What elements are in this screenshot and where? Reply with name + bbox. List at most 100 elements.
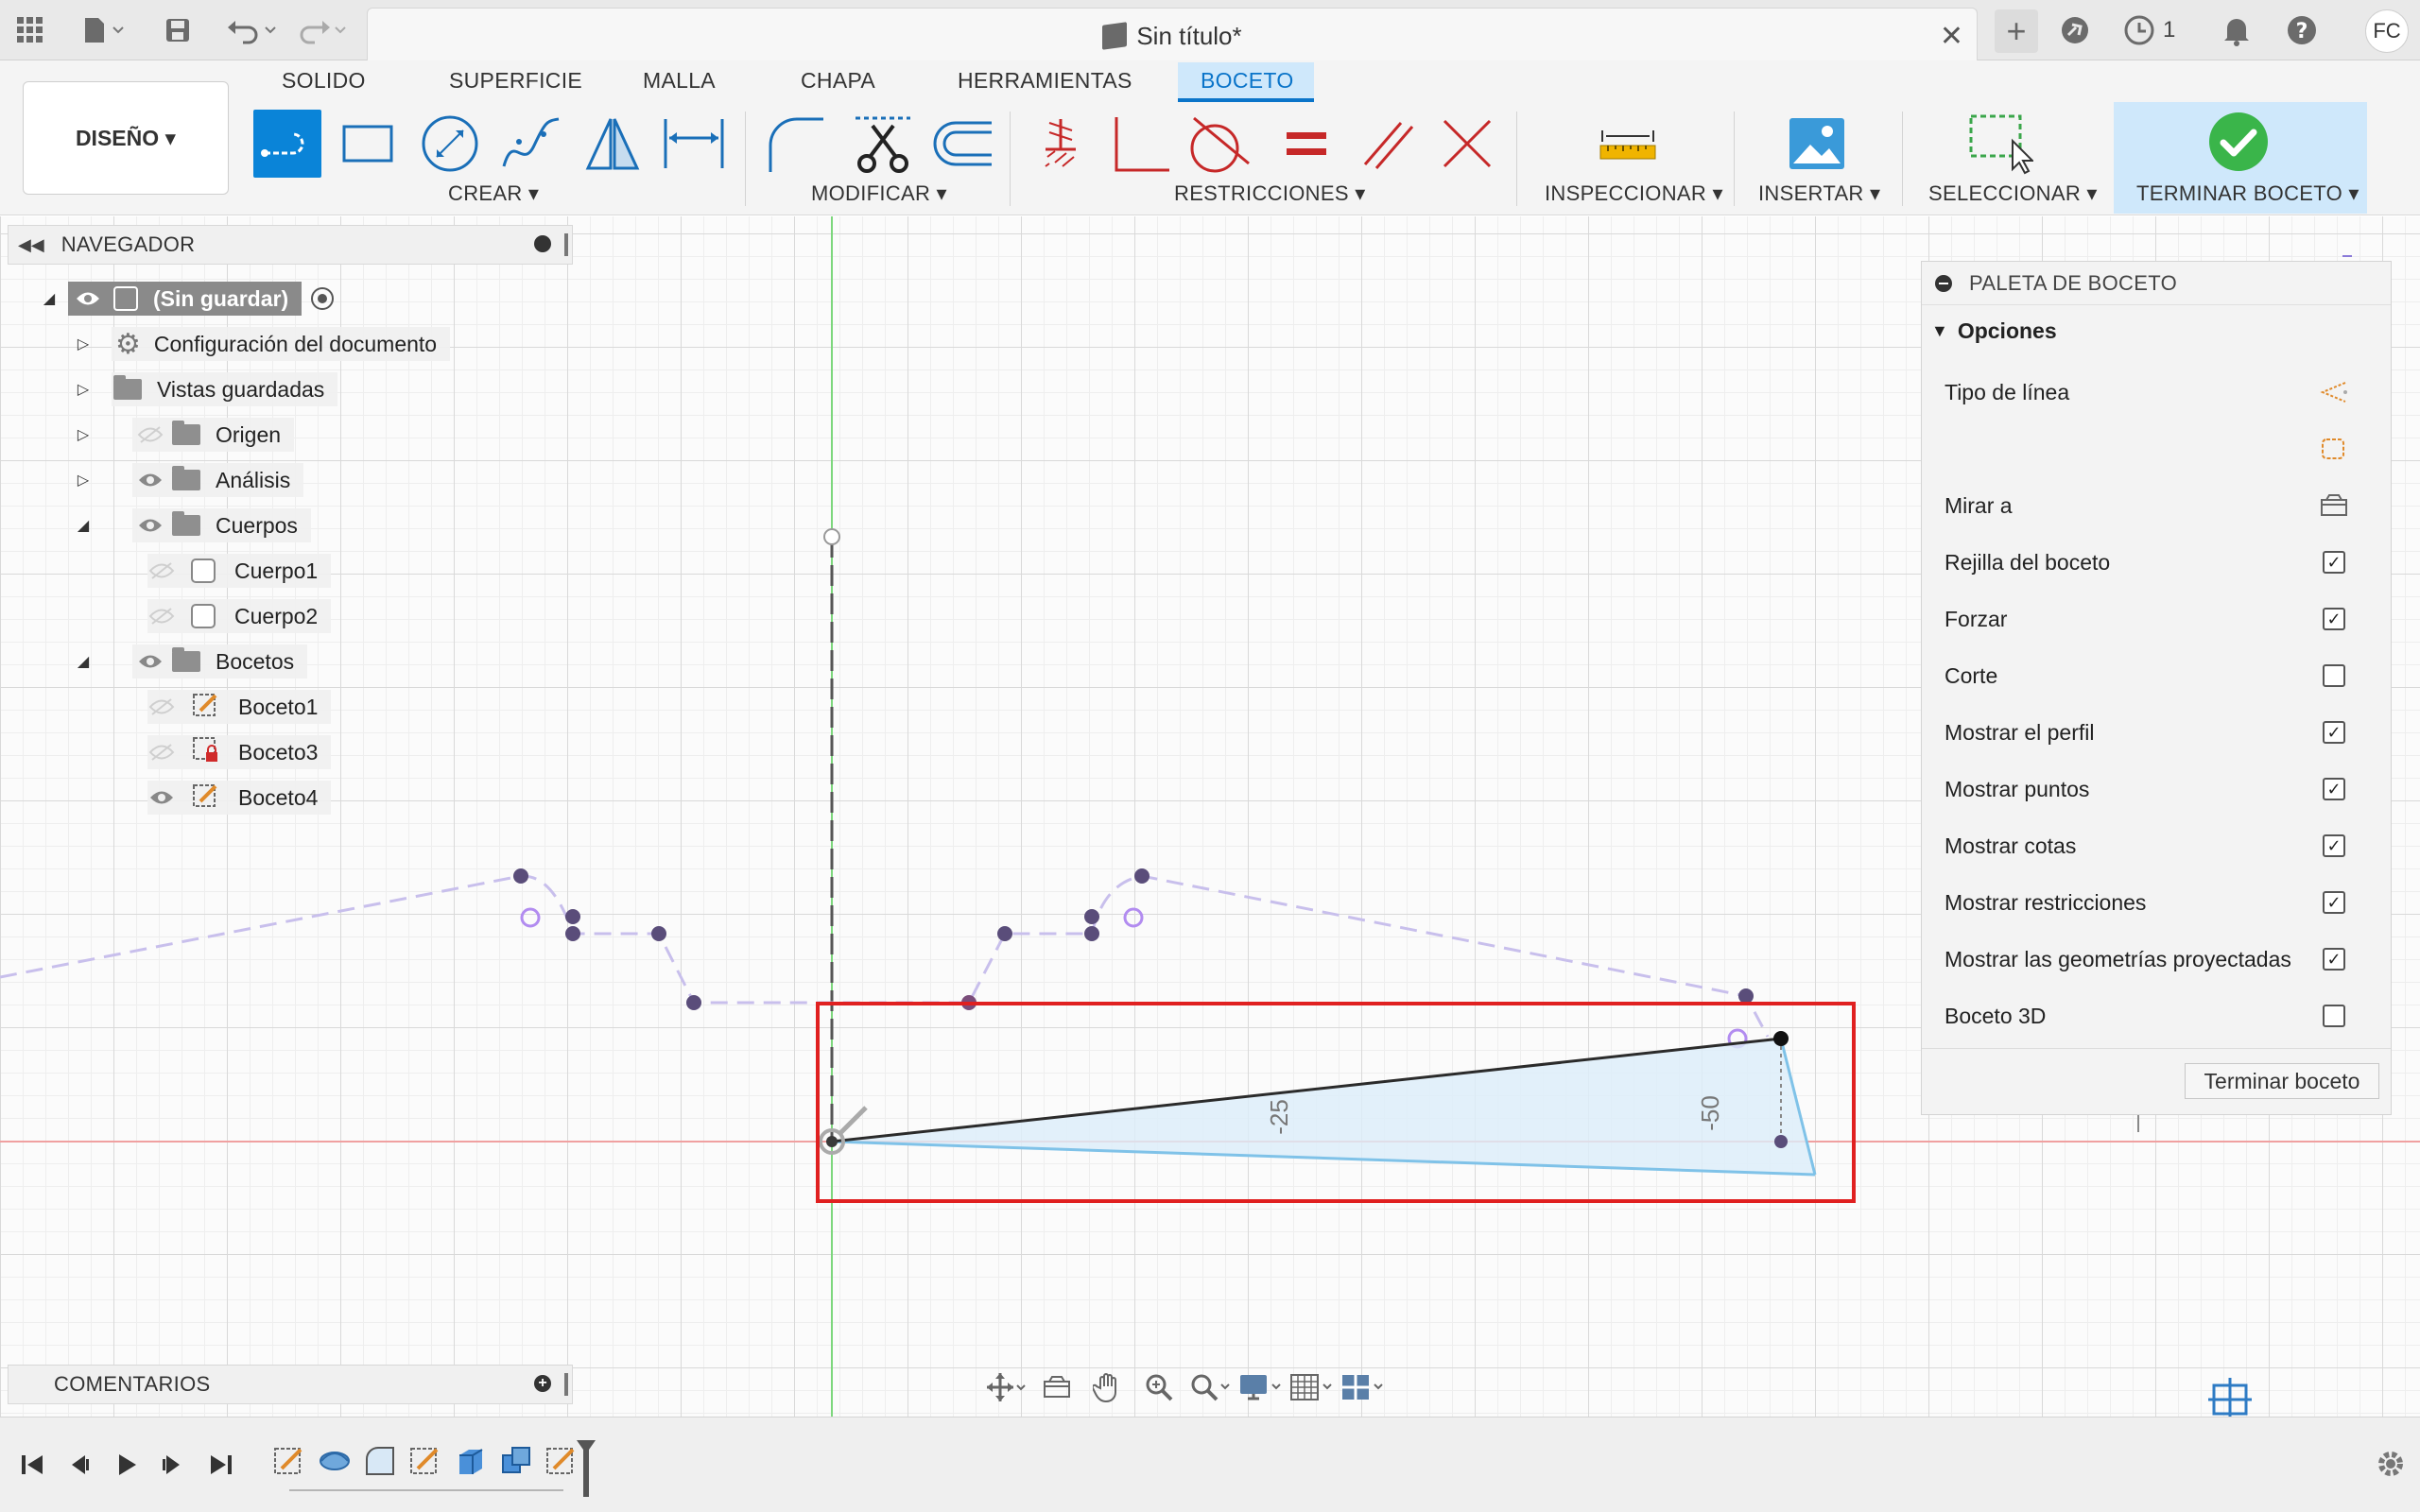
dimension-tool-icon[interactable]: [660, 110, 728, 178]
help-icon[interactable]: ?: [2286, 11, 2318, 49]
inspeccionar-menu[interactable]: INSPECCIONAR ▾: [1545, 181, 1723, 206]
mirror-tool-icon[interactable]: [579, 110, 647, 178]
visibility-eye-icon[interactable]: [136, 471, 164, 490]
notifications-bell-icon[interactable]: [2221, 11, 2252, 49]
expand-triangle-icon[interactable]: ▷: [74, 425, 93, 444]
redo-icon[interactable]: [293, 13, 352, 47]
minimize-navigator-icon[interactable]: [534, 235, 551, 252]
nav-item-analysis[interactable]: ▷ Análisis: [74, 461, 304, 499]
app-grid-icon[interactable]: [13, 13, 47, 47]
tab-herramientas[interactable]: HERRAMIENTAS: [958, 68, 1132, 94]
tab-solido[interactable]: SOLIDO: [282, 68, 366, 94]
expand-triangle-icon[interactable]: ▷: [74, 335, 93, 353]
timeline-revolve-icon[interactable]: [318, 1444, 352, 1478]
coincident-constraint-icon[interactable]: [1433, 110, 1501, 178]
checkbox-3d-sketch[interactable]: [2323, 1005, 2345, 1027]
tab-superficie[interactable]: SUPERFICIE: [449, 68, 582, 94]
orbit-icon[interactable]: [983, 1368, 1028, 1406]
finish-sketch-button[interactable]: Terminar boceto: [2185, 1063, 2379, 1099]
measure-tool-icon[interactable]: [1594, 110, 1662, 178]
finish-sketch-icon[interactable]: [2204, 108, 2273, 176]
restricciones-menu[interactable]: RESTRICCIONES ▾: [1174, 181, 1366, 206]
timeline-fillet-icon[interactable]: [363, 1444, 397, 1478]
go-to-start-icon[interactable]: [13, 1446, 51, 1484]
collapse-triangle-icon[interactable]: ◢: [74, 652, 93, 671]
checkbox-projected-geometry[interactable]: ✓: [2323, 948, 2345, 971]
hidden-eye-icon[interactable]: [147, 607, 176, 626]
nav-item-body1[interactable]: Cuerpo1: [147, 552, 332, 590]
step-forward-icon[interactable]: [153, 1446, 191, 1484]
display-settings-icon[interactable]: [1238, 1368, 1284, 1406]
modificar-menu[interactable]: MODIFICAR ▾: [811, 181, 947, 206]
nav-item-sketch1[interactable]: Boceto1: [147, 688, 332, 726]
look-at-icon[interactable]: [2319, 492, 2349, 519]
endpoint-projection[interactable]: [1774, 1135, 1788, 1148]
visibility-eye-icon[interactable]: [136, 516, 164, 535]
nav-item-body2[interactable]: Cuerpo2: [147, 597, 332, 635]
tab-chapa[interactable]: CHAPA: [801, 68, 875, 94]
dimension-label-50[interactable]: -50: [1696, 1095, 1724, 1131]
checkbox-show-profile[interactable]: ✓: [2323, 721, 2345, 744]
hidden-eye-icon[interactable]: [136, 425, 164, 444]
nav-item-saved-views[interactable]: ▷ Vistas guardadas: [74, 370, 338, 408]
look-at-nav-icon[interactable]: [1034, 1368, 1080, 1406]
line-tool-icon[interactable]: [253, 110, 321, 178]
insertar-menu[interactable]: INSERTAR ▾: [1758, 181, 1880, 206]
fix-constraint-icon[interactable]: [1027, 110, 1095, 178]
construction-line-icon[interactable]: [2319, 379, 2349, 405]
nav-item-sketch4[interactable]: Boceto4: [147, 779, 332, 816]
fillet-tool-icon[interactable]: [762, 110, 830, 178]
visibility-eye-icon[interactable]: [147, 788, 176, 807]
undo-icon[interactable]: [223, 13, 282, 47]
go-to-end-icon[interactable]: [202, 1446, 240, 1484]
circle-tool-icon[interactable]: [416, 110, 484, 178]
expand-triangle-icon[interactable]: ▷: [74, 471, 93, 490]
expand-triangle-icon[interactable]: ▷: [74, 380, 93, 399]
nav-item-bodies[interactable]: ◢ Cuerpos: [74, 507, 311, 544]
hidden-eye-icon[interactable]: [147, 743, 176, 762]
options-section-header[interactable]: ▼ Opciones: [1922, 305, 2391, 356]
dimension-label-25[interactable]: -25: [1265, 1099, 1293, 1135]
timeline-marker[interactable]: [575, 1438, 597, 1501]
crear-menu[interactable]: CREAR ▾: [448, 181, 539, 206]
perpendicular-constraint-icon[interactable]: [1106, 110, 1174, 178]
document-tab[interactable]: Sin título* ✕: [367, 8, 1978, 60]
nav-root[interactable]: ◢ (Sin guardar): [40, 280, 335, 318]
comments-grip-icon[interactable]: [564, 1373, 568, 1396]
tab-malla[interactable]: MALLA: [643, 68, 716, 94]
checkbox-show-dimensions[interactable]: ✓: [2323, 834, 2345, 857]
sketch-profile[interactable]: [832, 1039, 1815, 1175]
terminar-boceto-menu[interactable]: TERMINAR BOCETO ▾: [2136, 181, 2360, 206]
timeline-extrude-icon[interactable]: [454, 1444, 488, 1478]
spline-tool-icon[interactable]: [497, 110, 565, 178]
close-tab-icon[interactable]: ✕: [1940, 20, 1963, 53]
tab-boceto[interactable]: BOCETO: [1201, 68, 1294, 94]
trim-tool-icon[interactable]: [849, 110, 917, 178]
file-menu-icon[interactable]: [79, 13, 129, 47]
nav-item-config[interactable]: ▷ ⚙ Configuración del documento: [74, 325, 451, 363]
checkbox-show-constraints[interactable]: ✓: [2323, 891, 2345, 914]
viewports-icon[interactable]: [1340, 1368, 1386, 1406]
timeline-combine-icon[interactable]: [499, 1444, 533, 1478]
checkbox-sketch-grid[interactable]: ✓: [2323, 551, 2345, 574]
centerline-icon[interactable]: [2319, 436, 2349, 462]
add-comment-icon[interactable]: +: [534, 1375, 551, 1392]
step-back-icon[interactable]: [60, 1446, 98, 1484]
nav-item-sketch3[interactable]: Boceto3: [147, 733, 332, 771]
nav-item-origin[interactable]: ▷ Origen: [74, 416, 295, 454]
endpoint-right[interactable]: [1773, 1031, 1789, 1046]
timeline-sketch-icon-2[interactable]: [408, 1444, 442, 1478]
zoom-window-icon[interactable]: [1187, 1368, 1233, 1406]
hidden-eye-icon[interactable]: [147, 697, 176, 716]
navigator-grip-icon[interactable]: [564, 233, 568, 256]
zoom-icon[interactable]: [1136, 1368, 1182, 1406]
timeline-settings-gear-icon[interactable]: [2375, 1448, 2407, 1480]
tangent-constraint-icon[interactable]: [1185, 110, 1253, 178]
equal-constraint-icon[interactable]: [1272, 110, 1340, 178]
select-window-icon[interactable]: [1966, 110, 2034, 178]
save-icon[interactable]: [161, 13, 195, 47]
collapse-navigator-icon[interactable]: ◀◀: [18, 235, 44, 255]
visibility-eye-icon[interactable]: [74, 289, 102, 308]
extensions-icon[interactable]: [2059, 11, 2091, 49]
comments-panel-header[interactable]: COMENTARIOS +: [8, 1365, 573, 1404]
